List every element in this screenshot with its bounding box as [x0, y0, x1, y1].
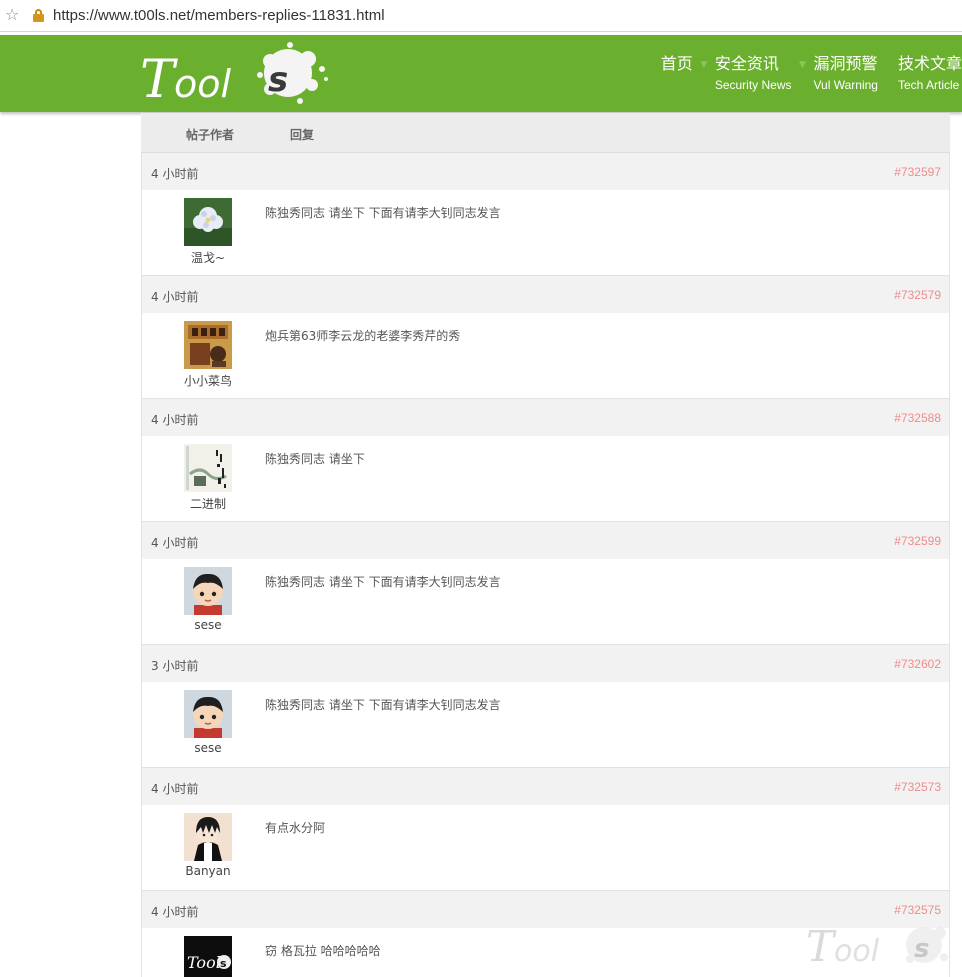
star-icon[interactable]: ☆	[5, 5, 19, 25]
reply-meta: 4 小时前 #732588	[142, 399, 949, 436]
reply-meta: 3 小时前 #732602	[142, 645, 949, 682]
nav-tech-article-en: Tech Article	[897, 78, 960, 92]
url-field[interactable]: https://www.t00ls.net/members-replies-11…	[53, 6, 385, 26]
cartoon-kid-avatar[interactable]	[184, 567, 232, 615]
reply-id-link[interactable]: #732588	[894, 411, 941, 425]
nav-tech-article-label: 技术文章	[897, 56, 962, 73]
reply-message: 陈独秀同志 请坐下 下面有请李大钊同志发言	[265, 575, 501, 589]
reply-message: 陈独秀同志 请坐下 下面有请李大钊同志发言	[265, 206, 501, 220]
nav-home-label: 首页	[660, 56, 693, 73]
reply-meta: 4 小时前 #732597	[142, 153, 949, 190]
reply-message: 陈独秀同志 请坐下	[265, 452, 365, 466]
nav-separator-icon	[878, 55, 898, 95]
reply-username[interactable]: 温戈~	[158, 249, 258, 266]
svg-text:ool: ool	[174, 62, 231, 106]
reply-message: 炮兵第63师李云龙的老婆李秀芹的秀	[265, 329, 461, 343]
reply-time: 4 小时前	[151, 413, 199, 427]
reply-time: 4 小时前	[151, 167, 199, 181]
reply-row: 4 小时前 #732599 sese 陈独秀同志 请坐下 下面有请李大钊同志发言	[141, 522, 950, 645]
svg-text:T: T	[806, 922, 837, 971]
reply-row: 4 小时前 #732597 温戈~ 陈独秀同志 请坐下 下面有请李大钊同志发言	[141, 153, 950, 276]
nav-security-news-en: Security News	[714, 78, 792, 92]
reply-time: 3 小时前	[151, 659, 199, 673]
nav-security-news-label: 安全资讯	[714, 56, 779, 73]
svg-text:T: T	[140, 50, 178, 109]
svg-text:s: s	[268, 60, 288, 100]
anime-boy-avatar[interactable]	[184, 813, 232, 861]
column-author: 帖子作者	[186, 128, 235, 142]
svg-text:s: s	[914, 934, 929, 964]
reply-time: 4 小时前	[151, 782, 199, 796]
reply-id-link[interactable]: #732579	[894, 288, 941, 302]
reply-time: 4 小时前	[151, 536, 199, 550]
reply-username[interactable]: Banyan	[158, 864, 258, 878]
svg-text:Tool: Tool	[187, 953, 221, 972]
nav-vul-warning-en: Vul Warning	[813, 78, 878, 92]
nav-vul-warning[interactable]: 漏洞预警 Vul Warning	[814, 55, 878, 95]
reply-username[interactable]: 小小菜鸟	[158, 372, 258, 389]
flower-avatar[interactable]	[184, 198, 232, 246]
reply-row: 4 小时前 #732579 小小菜鸟 炮兵第63师李云龙的老婆李秀芹的秀	[141, 276, 950, 399]
reply-time: 4 小时前	[151, 905, 199, 919]
reply-row: 3 小时前 #732602 sese 陈独秀同志 请坐下 下面有请李大钊同志发言	[141, 645, 950, 768]
reply-meta: 4 小时前 #732599	[142, 522, 949, 559]
nav-separator-icon: ▼	[700, 60, 708, 70]
reply-id-link[interactable]: #732602	[894, 657, 941, 671]
reply-username[interactable]: sese	[158, 618, 258, 632]
reply-row: 4 小时前 #732573 Banyan 有点水分阿	[141, 768, 950, 891]
reply-id-link[interactable]: #732597	[894, 165, 941, 179]
reply-row: 4 小时前 #732588 二进制 陈独秀同志 请坐下	[141, 399, 950, 522]
cartoon-kid-avatar[interactable]	[184, 690, 232, 738]
reply-meta: 4 小时前 #732579	[142, 276, 949, 313]
reply-time: 4 小时前	[151, 290, 199, 304]
reply-username[interactable]: sese	[158, 741, 258, 755]
t00ls-logo-avatar[interactable]: Tool s	[184, 936, 232, 977]
reply-message: 有点水分阿	[265, 821, 326, 835]
reply-id-link[interactable]: #732573	[894, 780, 941, 794]
site-header: T ool s 首页 ▼ 安全资讯 Security News ▼ 漏洞预警 V…	[0, 35, 962, 112]
replies-table: 帖子作者 回复 4 小时前 #732597 温戈~ 陈独秀同志 请坐下 下面有请…	[141, 113, 950, 977]
column-reply: 回复	[290, 128, 315, 142]
nav-separator-icon: ▼	[799, 60, 806, 70]
watermark-logo: T ool s	[806, 915, 956, 971]
ink-painting-avatar[interactable]	[184, 444, 232, 492]
reply-id-link[interactable]: #732599	[894, 534, 941, 548]
lock-icon[interactable]	[33, 9, 44, 22]
site-logo[interactable]: T ool s	[140, 39, 330, 109]
main-nav: 首页 ▼ 安全资讯 Security News ▼ 漏洞预警 Vul Warni…	[661, 55, 962, 95]
nav-security-news[interactable]: 安全资讯 Security News	[715, 55, 792, 95]
reply-message: 窃 格瓦拉 哈哈哈哈哈	[265, 944, 381, 958]
nav-tech-article[interactable]: 技术文章 Tech Article	[898, 55, 962, 95]
nav-vul-warning-label: 漏洞预警	[813, 56, 878, 73]
book-cover-avatar[interactable]	[184, 321, 232, 369]
svg-text:s: s	[220, 957, 227, 970]
nav-home[interactable]: 首页	[661, 55, 693, 95]
reply-username[interactable]: 二进制	[158, 495, 258, 512]
browser-address-bar: ☆ https://www.t00ls.net/members-replies-…	[0, 0, 962, 32]
reply-meta: 4 小时前 #732573	[142, 768, 949, 805]
svg-text:ool: ool	[834, 934, 880, 969]
table-header: 帖子作者 回复	[141, 113, 950, 153]
reply-message: 陈独秀同志 请坐下 下面有请李大钊同志发言	[265, 698, 501, 712]
